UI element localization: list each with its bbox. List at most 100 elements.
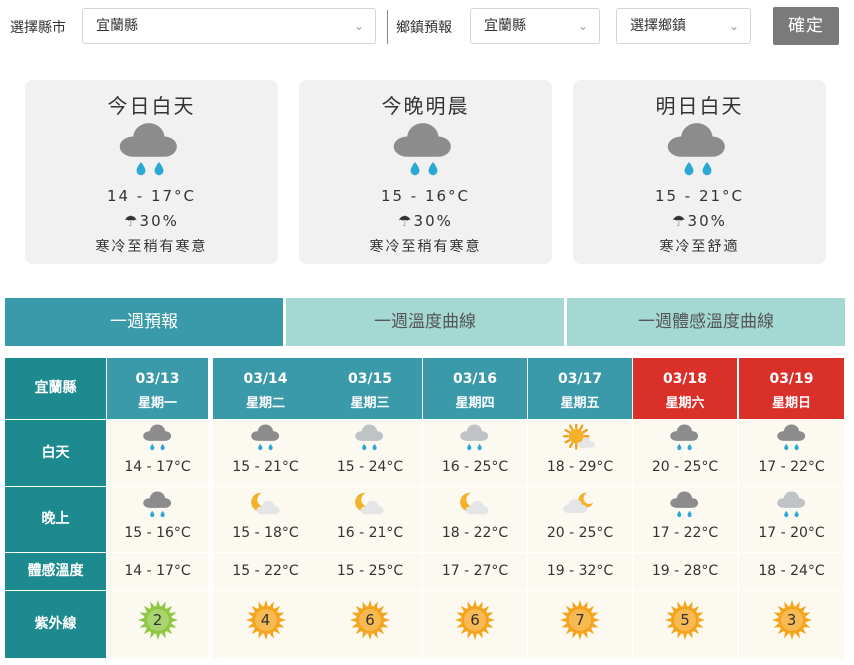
row-header-label: 紫外線 bbox=[34, 616, 77, 632]
uv-sun-icon: 7 bbox=[560, 600, 600, 640]
feel-temp: 15 - 25°C bbox=[336, 563, 404, 579]
night-temp: 17 - 22°C bbox=[651, 525, 719, 541]
feel-temp-cell: 18 - 24°C bbox=[739, 553, 844, 590]
umbrella-icon: ☂ bbox=[672, 212, 688, 230]
daytime-cell: 17 - 22°C bbox=[739, 420, 844, 486]
card-title: 今晚明晨 bbox=[381, 94, 470, 118]
county-select-value: 宜蘭縣 bbox=[96, 18, 138, 34]
card-rain-chance: ☂30% bbox=[299, 212, 552, 230]
uv-index-value: 6 bbox=[365, 611, 375, 629]
daytime-temp: 20 - 25°C bbox=[651, 459, 719, 475]
row-header-label: 晚上 bbox=[41, 511, 70, 527]
row-header-feel: 體感溫度 bbox=[5, 553, 106, 590]
moon-cloud-icon bbox=[247, 491, 285, 523]
tab-week-temp-curve[interactable]: 一週溫度曲線 bbox=[286, 298, 564, 346]
daytime-cell: 16 - 25°C bbox=[423, 420, 527, 486]
card-comfort: 寒冷至稍有寒意 bbox=[369, 239, 482, 255]
confirm-button[interactable]: 確定 bbox=[773, 7, 839, 45]
week-forecast-table: 宜蘭縣 白天 晚上 體感溫度 紫外線 03/13 星期一 14 - 17°C 15 - 1… bbox=[5, 358, 845, 658]
county-select[interactable]: 宜蘭縣 ⌄ bbox=[82, 8, 376, 44]
rain-cloud-icon bbox=[247, 424, 285, 456]
row-header-night: 晚上 bbox=[5, 487, 106, 552]
uv-cell: 2 bbox=[107, 591, 208, 658]
day-weekday: 星期四 bbox=[455, 396, 495, 411]
night-cell: 17 - 20°C bbox=[739, 487, 844, 552]
day-header: 03/18 星期六 bbox=[633, 358, 737, 419]
town-county-select[interactable]: 宜蘭縣 ⌄ bbox=[470, 8, 600, 44]
day-date: 03/19 bbox=[769, 371, 814, 387]
uv-cell: 5 bbox=[633, 591, 737, 658]
day-weekday: 星期一 bbox=[137, 396, 177, 411]
town-select-label: 鄉鎮預報 bbox=[396, 20, 452, 36]
feel-temp-cell: 17 - 27°C bbox=[423, 553, 527, 590]
uv-sun-icon: 2 bbox=[137, 600, 178, 640]
rain-cloud-icon bbox=[113, 122, 189, 180]
uv-sun-icon: 6 bbox=[350, 600, 390, 640]
daytime-temp: 15 - 21°C bbox=[232, 459, 299, 475]
feel-temp: 17 - 27°C bbox=[441, 563, 509, 579]
row-header-label: 體感溫度 bbox=[27, 563, 84, 579]
uv-sun-icon: 4 bbox=[245, 600, 286, 640]
rain-cloud-icon bbox=[139, 491, 177, 523]
card-rain-value: 30% bbox=[139, 212, 179, 230]
row-header-uv: 紫外線 bbox=[5, 591, 106, 658]
uv-cell: 4 bbox=[213, 591, 318, 658]
tab-week-feel-curve[interactable]: 一週體感溫度曲線 bbox=[567, 298, 845, 346]
forecast-card: 今晚明晨 15 - 16°C ☂30% 寒冷至稍有寒意 bbox=[299, 80, 552, 264]
town-select[interactable]: 選擇鄉鎮 ⌄ bbox=[616, 8, 751, 44]
tab-week-forecast[interactable]: 一週預報 bbox=[5, 298, 283, 346]
daytime-cell: 20 - 25°C bbox=[633, 420, 737, 486]
night-temp: 20 - 25°C bbox=[546, 525, 614, 541]
daytime-cell: 15 - 21°C bbox=[213, 420, 318, 486]
row-header-day: 白天 bbox=[5, 420, 106, 486]
night-temp: 15 - 16°C bbox=[124, 525, 191, 541]
moon-cloud-icon bbox=[456, 491, 494, 523]
light-rain-cloud-icon bbox=[773, 491, 811, 523]
day-weekday: 星期日 bbox=[771, 396, 811, 411]
uv-sun-icon: 5 bbox=[665, 600, 705, 640]
feel-temp-cell: 19 - 32°C bbox=[528, 553, 632, 590]
daytime-cell: 15 - 24°C bbox=[318, 420, 422, 486]
rain-cloud-icon bbox=[666, 491, 704, 523]
uv-index-value: 7 bbox=[575, 611, 585, 629]
day-date: 03/18 bbox=[662, 371, 708, 387]
umbrella-icon: ☂ bbox=[398, 212, 414, 230]
night-cell: 20 - 25°C bbox=[528, 487, 632, 552]
day-weekday: 星期五 bbox=[560, 396, 600, 411]
day-header: 03/16 星期四 bbox=[423, 358, 527, 419]
rain-cloud-icon bbox=[139, 424, 177, 456]
chevron-down-icon: ⌄ bbox=[353, 19, 364, 33]
feel-temp: 14 - 17°C bbox=[124, 563, 191, 579]
night-temp: 15 - 18°C bbox=[232, 525, 299, 541]
night-cell: 15 - 18°C bbox=[213, 487, 318, 552]
card-temperature: 15 - 21°C bbox=[654, 187, 745, 205]
day-date: 03/14 bbox=[243, 371, 288, 387]
uv-cell: 7 bbox=[528, 591, 632, 658]
day-weekday: 星期三 bbox=[350, 396, 390, 411]
day-header: 03/17 星期五 bbox=[528, 358, 632, 419]
chevron-down-icon: ⌄ bbox=[728, 19, 739, 33]
card-rain-value: 30% bbox=[413, 212, 453, 230]
feel-temp: 15 - 22°C bbox=[232, 563, 299, 579]
daytime-cell: 18 - 29°C bbox=[528, 420, 632, 486]
card-temperature: 14 - 17°C bbox=[106, 187, 197, 205]
daytime-temp: 14 - 17°C bbox=[124, 459, 191, 475]
feel-temp-cell: 19 - 28°C bbox=[633, 553, 737, 590]
county-select-label: 選擇縣市 bbox=[10, 20, 66, 36]
forecast-card: 今日白天 14 - 17°C ☂30% 寒冷至稍有寒意 bbox=[25, 80, 278, 264]
night-temp: 16 - 21°C bbox=[336, 525, 404, 541]
card-rain-value: 30% bbox=[687, 212, 727, 230]
table-county-label: 宜蘭縣 bbox=[34, 380, 77, 396]
card-comfort: 寒冷至舒適 bbox=[659, 239, 740, 255]
rain-cloud-icon bbox=[387, 122, 463, 180]
feel-temp-cell: 15 - 22°C bbox=[213, 553, 318, 590]
selector-divider bbox=[387, 10, 388, 44]
rain-cloud-icon bbox=[666, 424, 704, 456]
card-title: 明日白天 bbox=[655, 94, 744, 118]
night-temp: 18 - 22°C bbox=[441, 525, 509, 541]
card-rain-chance: ☂30% bbox=[573, 212, 826, 230]
table-county-header: 宜蘭縣 bbox=[5, 358, 106, 419]
day-header: 03/14 星期二 bbox=[213, 358, 318, 419]
card-title: 今日白天 bbox=[107, 94, 196, 118]
light-rain-cloud-icon bbox=[351, 424, 389, 456]
